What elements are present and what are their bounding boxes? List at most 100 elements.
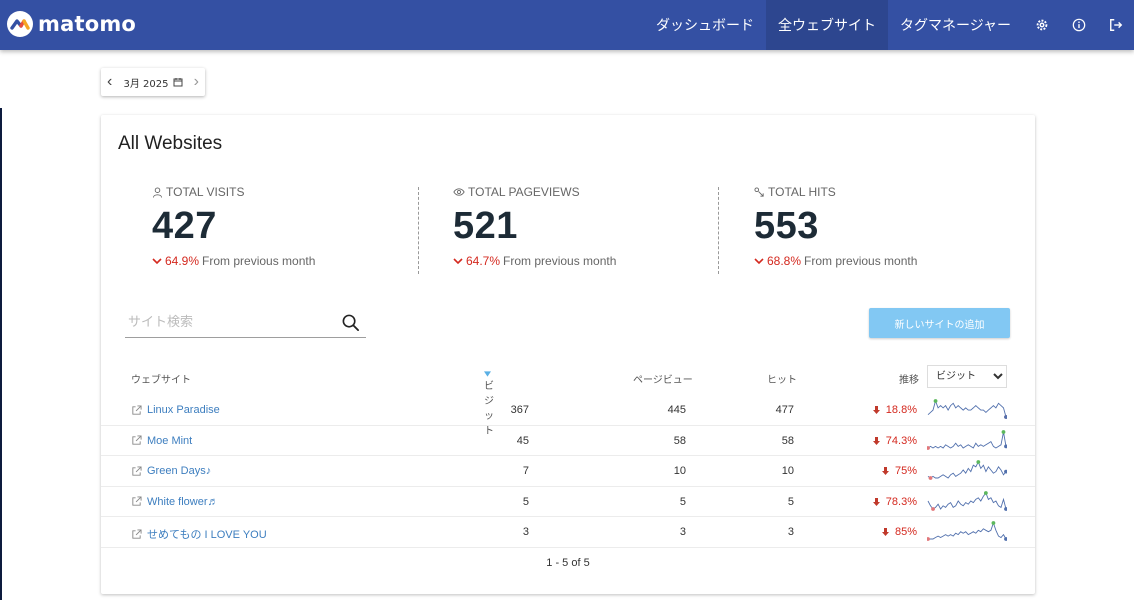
table-row[interactable]: White flower♬ 5 5 5 78.3% [101,487,1035,517]
kpi-label: TOTAL HITS [768,185,836,199]
hits-value: 3 [787,526,794,538]
period-selector[interactable]: ‹ 3月 2025 › [101,68,205,96]
table-row[interactable]: Moe Mint 45 58 58 74.3% [101,426,1035,456]
period-label: 3月 2025 [123,78,169,90]
hits-value: 10 [781,465,794,477]
sparkline-chart[interactable] [927,460,1007,482]
column-header-visits-wrap[interactable]: ビジット [484,371,494,437]
hits-icon [754,186,764,197]
trend-change-percent: 78.3% [885,495,917,508]
arrow-down-icon [872,497,880,506]
kpi-label: TOTAL VISITS [166,185,245,199]
visits-value: 3 [522,526,529,538]
column-header-trend: 推移 [899,375,919,386]
trend-change: 74.3% [861,435,917,447]
sparkline-min-point [928,476,933,480]
site-link[interactable]: Linux Paradise [131,404,220,416]
site-search-input[interactable] [125,309,325,335]
sparkline-last-point [1004,537,1007,541]
settings-gear-icon[interactable] [1023,0,1060,50]
external-link-icon [132,465,142,476]
site-name: Moe Mint [147,434,193,447]
sparkline-line [927,491,1007,510]
arrow-down-icon [872,436,880,445]
pageviews-value: 10 [673,465,686,477]
logout-icon[interactable] [1097,0,1134,50]
sparkline-min-point [927,537,930,541]
trend-change: 18.8% [861,404,917,416]
sparkline-max-point [991,521,996,525]
sparkline-max-point [976,460,981,464]
site-name: White flower♬ [147,495,219,508]
external-link-icon [132,528,142,539]
kpi-change-percent: 64.7% [466,254,501,268]
sparkline-line [927,399,1007,418]
chevron-down-icon [453,258,463,265]
arrow-down-icon [881,528,889,536]
table-row[interactable]: Linux Paradise 367 445 477 18.8% [101,395,1035,426]
column-header-pageviews[interactable]: ページビュー [633,371,693,386]
column-header-website[interactable]: ウェブサイト [131,371,191,386]
table-header: ウェブサイト ビジット ページビュー ヒット 推移 ビジット [101,365,1035,437]
trend-change-percent: 18.8% [885,404,917,416]
site-link[interactable]: Moe Mint [131,435,192,447]
sparkline-chart[interactable] [927,521,1007,543]
matomo-logo[interactable]: matomo [7,11,136,37]
sparkline-chart[interactable] [927,399,1007,421]
nav-tag-manager[interactable]: タグマネージャー [888,0,1023,50]
table-row[interactable]: Green Days♪ 7 10 10 75% [101,456,1035,487]
hits-value: 5 [787,495,794,508]
help-info-icon[interactable] [1060,0,1097,50]
external-link-icon [132,496,142,506]
pagination-info: 1 - 5 of 5 [546,557,590,569]
site-name: Green Days♪ [147,465,212,477]
user-icon [152,186,163,198]
arrow-down-icon [872,406,880,414]
external-link-icon [132,435,142,445]
nav-dashboard[interactable]: ダッシュボード [644,0,766,50]
trend-change-percent: 85% [894,526,917,538]
trend-change: 75% [861,465,917,477]
table-row[interactable]: せめてもの I LOVE YOU 3 3 3 85% [101,517,1035,548]
add-new-site-button[interactable]: 新しいサイトの追加 [869,308,1010,338]
previous-period-chevron-icon[interactable]: ‹ [107,74,112,90]
pageviews-value: 5 [679,495,686,508]
sparkline-min-point [931,506,935,511]
external-link-icon [132,404,142,415]
next-period-chevron-icon[interactable]: › [194,74,199,90]
matomo-logo-icon [7,11,33,37]
visits-value: 45 [516,434,529,447]
kpi-change-percent: 68.8% [767,254,802,268]
trend-change: 85% [861,526,917,538]
site-link[interactable]: せめてもの I LOVE YOU [131,526,267,542]
kpi-change-percent: 64.9% [165,254,200,268]
kpi-change-text: From previous month [202,254,316,268]
chevron-down-icon [152,258,162,265]
site-link[interactable]: White flower♬ [131,496,219,508]
chevron-down-icon [754,258,764,265]
site-name: Linux Paradise [147,404,220,416]
nav-all-websites[interactable]: 全ウェブサイト [765,0,888,50]
kpi-value: 553 [754,205,819,247]
site-search [125,309,366,338]
search-icon[interactable] [341,313,360,337]
hits-value: 58 [781,434,794,447]
visits-value: 367 [510,404,529,416]
visits-value: 5 [522,495,529,508]
visits-value: 7 [522,465,529,477]
sparkline-max-point [983,490,988,495]
kpi-value: 427 [152,205,217,247]
sparkline-max-point [933,399,938,403]
kpi-total-pageviews: TOTAL PAGEVIEWS 521 64.7% From previous … [453,185,753,275]
column-header-hits[interactable]: ヒット [767,371,797,386]
sparkline-last-point [1004,415,1007,419]
page-title: All Websites [118,133,223,154]
sparkline-chart[interactable] [927,429,1007,452]
site-link[interactable]: Green Days♪ [131,465,211,477]
sparkline-chart[interactable] [927,490,1007,513]
top-navigation-bar: matomo ダッシュボード 全ウェブサイト タグマネージャー [0,0,1134,50]
kpi-total-hits: TOTAL HITS 553 68.8% From previous month [754,185,1054,275]
kpi-value: 521 [453,205,518,247]
trend-metric-select[interactable]: ビジット [927,365,1007,388]
period-label-wrap[interactable]: 3月 2025 [124,75,183,90]
